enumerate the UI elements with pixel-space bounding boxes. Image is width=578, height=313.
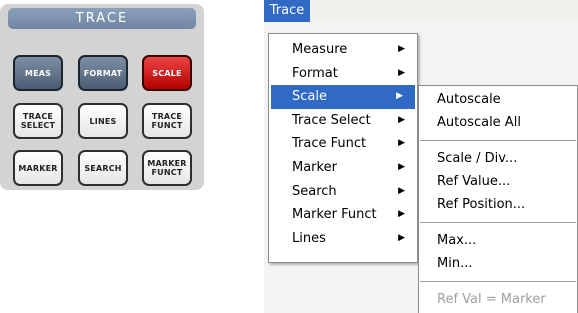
- menu-item-marker[interactable]: Marker ▶: [269, 156, 417, 180]
- menu-item-trace-select[interactable]: Trace Select ▶: [269, 109, 417, 133]
- submenu-item-autoscale-all[interactable]: Autoscale All: [419, 111, 577, 134]
- menu-item-label: Scale: [292, 89, 327, 105]
- marker-key[interactable]: MARKER: [13, 150, 63, 186]
- menu-item-measure[interactable]: Measure ▶: [269, 38, 417, 62]
- menu-item-lines[interactable]: Lines ▶: [269, 227, 417, 251]
- triangle-right-icon: ▶: [398, 209, 405, 220]
- triangle-right-icon: ▶: [398, 138, 405, 149]
- menu-item-trace-funct[interactable]: Trace Funct ▶: [269, 132, 417, 156]
- menu-item-search[interactable]: Search ▶: [269, 180, 417, 204]
- menu-item-label: Trace Funct: [292, 136, 367, 152]
- triangle-right-icon: ▶: [398, 232, 405, 243]
- trace-select-key[interactable]: TRACE SELECT: [13, 103, 63, 139]
- menu-item-label: Format: [292, 65, 338, 81]
- menu-separator: [420, 222, 576, 223]
- menu-item-label: Marker Funct: [292, 207, 377, 223]
- submenu-item-min[interactable]: Min...: [419, 252, 577, 275]
- search-key[interactable]: SEARCH: [78, 150, 128, 186]
- submenu-item-ref-val-marker: Ref Val = Marker: [437, 292, 546, 307]
- submenu-item-ref-position[interactable]: Ref Position...: [419, 193, 577, 216]
- triangle-right-icon: ▶: [398, 44, 405, 54]
- trace-funct-key[interactable]: TRACE FUNCT: [142, 103, 192, 139]
- submenu-item-ref-value[interactable]: Ref Value...: [419, 170, 577, 193]
- menu-item-label: Trace Select: [292, 112, 371, 128]
- submenu-item-scale-div[interactable]: Scale / Div...: [419, 147, 577, 170]
- marker-funct-key[interactable]: MARKER FUNCT: [142, 150, 192, 186]
- triangle-right-icon: ▶: [398, 161, 405, 172]
- scale-key[interactable]: SCALE: [142, 55, 192, 91]
- menu-trace[interactable]: Trace: [264, 0, 310, 22]
- triangle-right-icon: ▶: [398, 67, 405, 78]
- meas-key[interactable]: MEAS: [13, 55, 63, 91]
- submenu-item-autoscale[interactable]: Autoscale: [419, 88, 577, 111]
- menu-item-scale[interactable]: Scale ▶: [271, 85, 415, 109]
- submenu-item-max[interactable]: Max...: [419, 229, 577, 252]
- menu-item-label: Measure: [292, 42, 348, 57]
- triangle-right-icon: ▶: [398, 185, 405, 196]
- menu-item-label: Marker: [292, 159, 337, 175]
- format-key[interactable]: FORMAT: [78, 55, 128, 91]
- menu-item-marker-funct[interactable]: Marker Funct ▶: [269, 203, 417, 227]
- triangle-right-icon: ▶: [398, 114, 405, 125]
- menu-item-label: Search: [292, 183, 337, 199]
- menu-item-label: Lines: [292, 230, 326, 246]
- triangle-right-icon: ▶: [396, 91, 403, 102]
- menu-bar: Trace: [264, 0, 578, 22]
- menu-item-format[interactable]: Format ▶: [269, 62, 417, 86]
- lines-key[interactable]: LINES: [78, 103, 128, 139]
- trace-menu: Measure ▶ Format ▶ Scale ▶ Trace Select …: [268, 33, 418, 263]
- panel-title: TRACE: [8, 8, 196, 29]
- menu-separator: [420, 140, 576, 141]
- scale-submenu: Autoscale Autoscale All Scale / Div... R…: [418, 85, 578, 313]
- trace-hardkey-panel: TRACE MEAS FORMAT SCALE TRACE SELECT LIN…: [0, 4, 204, 190]
- menu-separator: [420, 281, 576, 282]
